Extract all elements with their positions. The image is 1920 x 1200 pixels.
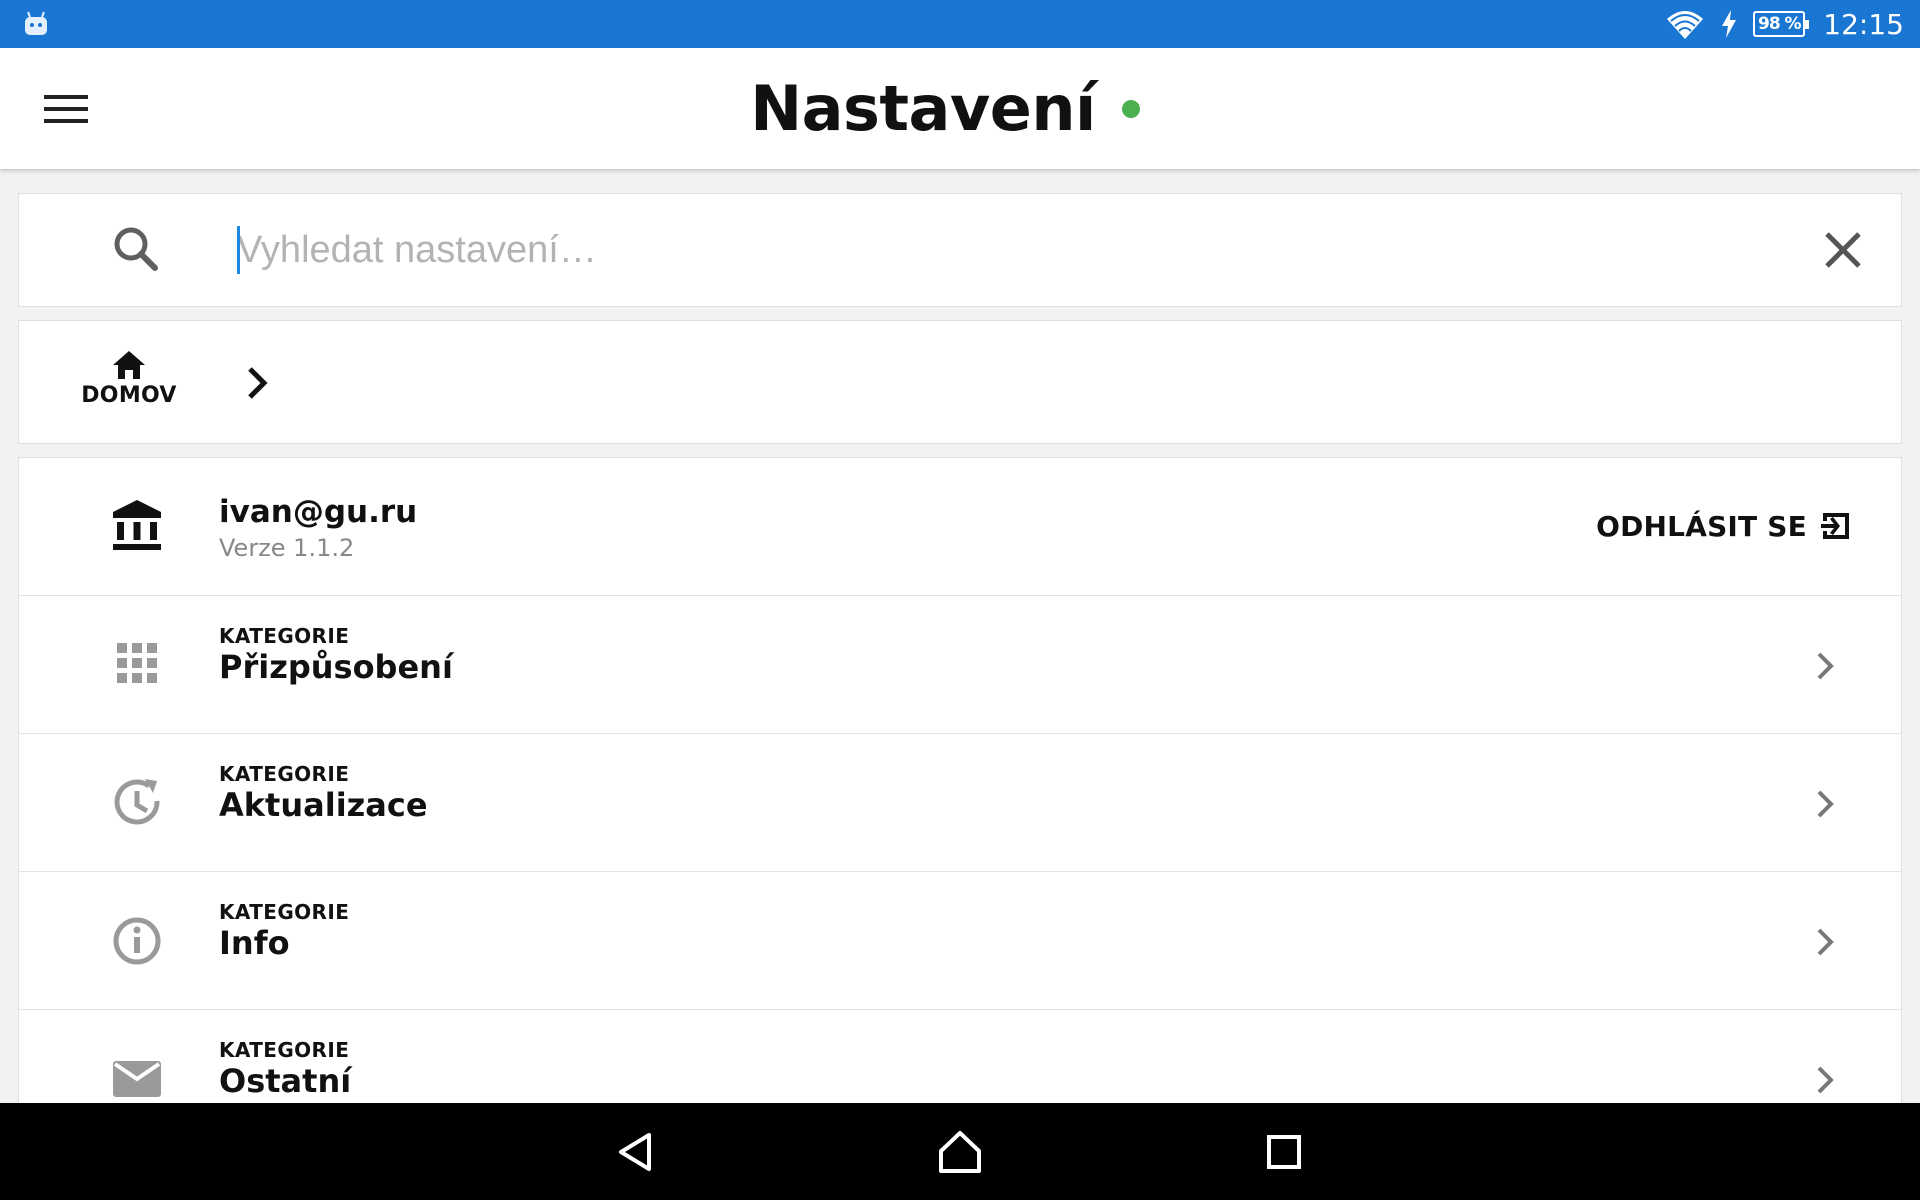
category-caption: KATEGORIE — [219, 624, 350, 648]
breadcrumb-home[interactable]: DOMOV — [69, 349, 189, 419]
category-row-info[interactable]: KATEGORIE Info — [19, 872, 1901, 1010]
settings-list: ivan@gu.ru Verze 1.1.2 ODHLÁSIT SE KATEG… — [18, 457, 1902, 1117]
menu-icon[interactable] — [34, 84, 98, 134]
logout-label: ODHLÁSIT SE — [1596, 509, 1807, 543]
status-indicators: 98 % 12:15 — [1665, 0, 1904, 48]
chevron-right-icon — [1817, 790, 1834, 818]
app-version: Verze 1.1.2 — [219, 534, 355, 562]
close-icon[interactable] — [1815, 222, 1871, 278]
app-bar: Nastavení — [0, 48, 1920, 169]
wifi-icon — [1667, 11, 1704, 39]
category-row-updates[interactable]: KATEGORIE Aktualizace — [19, 734, 1901, 872]
home-icon — [113, 351, 145, 379]
back-icon[interactable] — [611, 1127, 661, 1177]
category-row-customization[interactable]: KATEGORIE Přizpůsobení — [19, 596, 1901, 734]
category-name: Aktualizace — [219, 786, 428, 824]
recents-icon[interactable] — [1259, 1127, 1309, 1177]
system-nav-bar — [0, 1103, 1920, 1200]
app-notification-icon — [25, 11, 47, 35]
breadcrumb-home-label: DOMOV — [81, 383, 177, 408]
account-email: ivan@gu.ru — [219, 494, 418, 530]
search-bar — [18, 193, 1902, 307]
chevron-right-icon — [1817, 928, 1834, 956]
mail-icon — [113, 1061, 161, 1097]
chevron-right-icon — [1817, 652, 1834, 680]
home-nav-icon[interactable] — [935, 1127, 985, 1177]
breadcrumb: DOMOV — [18, 320, 1902, 444]
battery-icon: 98 % — [1753, 11, 1810, 37]
connection-status-dot — [1121, 99, 1140, 118]
status-time: 12:15 — [1823, 7, 1904, 41]
logout-icon — [1821, 513, 1849, 539]
battery-level: 98 % — [1757, 14, 1802, 34]
text-cursor — [237, 226, 240, 274]
status-bar: 98 % 12:15 — [0, 0, 1920, 48]
charging-icon — [1722, 10, 1737, 38]
category-name: Info — [219, 924, 290, 962]
search-icon — [114, 227, 158, 271]
apps-grid-icon — [117, 643, 157, 683]
info-icon — [113, 917, 161, 965]
category-name: Ostatní — [219, 1062, 352, 1100]
chevron-right-icon — [1817, 1066, 1834, 1094]
category-caption: KATEGORIE — [219, 1038, 350, 1062]
page-title: Nastavení — [750, 72, 1096, 145]
logout-button[interactable]: ODHLÁSIT SE — [1596, 502, 1853, 550]
category-name: Přizpůsobení — [219, 648, 453, 686]
category-caption: KATEGORIE — [219, 762, 350, 786]
bank-icon — [113, 500, 161, 550]
update-clock-icon — [114, 779, 160, 825]
search-input[interactable] — [237, 220, 1757, 280]
category-row-other[interactable]: KATEGORIE Ostatní — [19, 1010, 1901, 1116]
category-caption: KATEGORIE — [219, 900, 350, 924]
account-row: ivan@gu.ru Verze 1.1.2 ODHLÁSIT SE — [19, 458, 1901, 596]
chevron-right-icon — [248, 367, 268, 399]
